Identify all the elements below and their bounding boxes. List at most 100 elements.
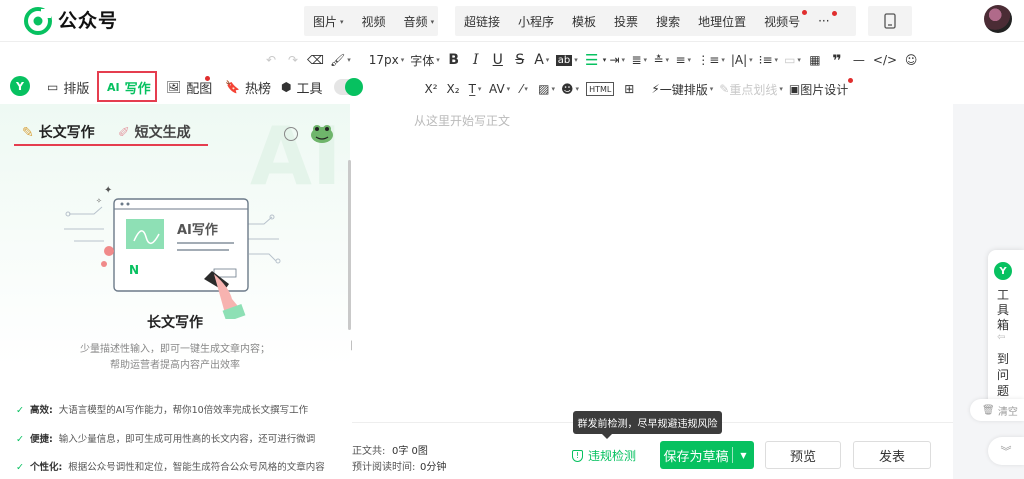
more-insert-button[interactable]: ··· xyxy=(809,11,838,28)
panel-description-2: 帮助运营者提高内容产出效率 xyxy=(110,360,240,371)
bold-button[interactable]: B xyxy=(443,48,465,72)
feature-efficient: ✓ 高效: 大语言模型的AI写作能力，帮你10倍效率完成长文撰写工作 xyxy=(16,405,309,416)
divider-icon[interactable]: — xyxy=(848,48,870,72)
background-color-button[interactable]: ab ▾ xyxy=(553,48,581,72)
code-icon[interactable]: </> xyxy=(870,48,900,72)
image-icon: 🖼 xyxy=(166,80,182,94)
format-toolbar: ↶ ↷ ⌫ 🖌 ▾ 17px ▾ 字体 ▾ B I U S A ▾ ab ▾ ☰ ▾ ⇥ ▾ … xyxy=(260,46,922,74)
tab-image[interactable]: 🖼 配图 xyxy=(166,72,212,102)
insert-image-menu[interactable]: 图片 ▾ xyxy=(304,13,353,30)
publish-button[interactable]: 发表 xyxy=(853,441,931,469)
notify-dot xyxy=(831,11,837,16)
svg-text:✦: ✦ xyxy=(104,185,112,196)
superscript-button[interactable]: X² xyxy=(420,77,442,101)
word-count-value: 0字 0图 xyxy=(392,446,428,457)
collapse-down-button[interactable]: ︾ xyxy=(988,437,1024,465)
font-color-button[interactable]: A ▾ xyxy=(531,48,553,72)
arrow-left-icon: ⇦ xyxy=(997,332,1006,343)
subtab-long-article[interactable]: ✎ 长文写作 xyxy=(22,122,95,142)
notify-dot xyxy=(848,78,854,83)
spacing-icon[interactable]: ≣ ▾ xyxy=(628,48,650,72)
ai-assistant-icon[interactable]: Y xyxy=(10,76,30,96)
notify-dot xyxy=(205,76,210,81)
html-icon[interactable]: HTML xyxy=(586,82,615,96)
clear-button[interactable]: 🗑 清空 xyxy=(970,399,1024,421)
ordered-list-icon[interactable]: ▭ ▾ xyxy=(781,48,804,72)
text-align-icon[interactable]: T̲ ▾ xyxy=(464,77,486,101)
wechat-logo-icon xyxy=(24,7,52,35)
insert-hyperlink-button[interactable]: 超链接 xyxy=(455,13,509,30)
feature-personalized: ✓ 个性化: 根据公众号调性和定位，智能生成符合公众号风格的文章内容 xyxy=(16,462,325,473)
preview-button[interactable]: 预览 xyxy=(765,441,841,469)
insert-template-button[interactable]: 模板 xyxy=(563,13,605,30)
save-draft-button[interactable]: 保存为草稿 ▼ xyxy=(660,441,754,469)
emoji-icon[interactable]: ☺ xyxy=(900,48,922,72)
ai-writing-illustration: ✦ ✧ AI写作 N xyxy=(64,185,281,319)
one-click-layout-button[interactable]: ⚡ 一键排版 ▾ xyxy=(648,77,716,101)
check-icon: ✓ xyxy=(16,462,24,473)
insert-video-button[interactable]: 视频 xyxy=(353,13,395,30)
history-icon[interactable] xyxy=(284,127,298,141)
strikethrough-button[interactable]: S xyxy=(509,48,531,72)
indent-icon[interactable]: ⇥ ▾ xyxy=(606,48,628,72)
shield-icon: ! xyxy=(572,449,583,462)
clear-format-icon[interactable]: ⌫ xyxy=(304,48,327,72)
subtab-active-underline xyxy=(14,144,208,146)
font-size-select[interactable]: 17px ▾ xyxy=(366,48,408,72)
insert-miniprogram-button[interactable]: 小程序 xyxy=(509,13,563,30)
chevron-down-icon[interactable]: ▼ xyxy=(733,451,754,460)
svg-text:N: N xyxy=(129,263,139,277)
check-icon: ✓ xyxy=(16,434,24,445)
sticker-icon[interactable]: ☻ ▾ xyxy=(558,77,582,101)
brand-name: 公众号 xyxy=(58,10,119,32)
tab-layout[interactable]: ▭ 排版 xyxy=(47,72,89,102)
user-avatar[interactable] xyxy=(984,5,1012,33)
mobile-preview-button[interactable] xyxy=(868,6,912,36)
panel-scrollbar[interactable] xyxy=(348,160,351,330)
article-editor[interactable] xyxy=(352,104,953,422)
paragraph-spacing-icon[interactable]: ≛ ▾ xyxy=(650,48,672,72)
insert-channels-button[interactable]: 视频号 xyxy=(755,9,809,30)
insert-audio-menu[interactable]: 音频 ▾ xyxy=(395,13,444,30)
highlight-line-button[interactable]: ✎ 重点划线 ▾ xyxy=(716,77,786,101)
bullet-list-icon[interactable]: ⁝≡ ▾ xyxy=(756,48,781,72)
insert-location-button[interactable]: 地理位置 xyxy=(689,13,755,30)
trash-icon: 🗑 xyxy=(982,404,995,416)
redo-icon[interactable]: ↷ xyxy=(282,48,304,72)
align-justify-icon[interactable]: ☰ xyxy=(581,48,603,72)
notify-dot xyxy=(802,9,808,15)
briefcase-icon[interactable]: ⊞ xyxy=(618,77,640,101)
quote-icon[interactable]: ❞ xyxy=(826,48,848,72)
toolbox-label-char: 问 xyxy=(997,368,1010,382)
tab-hot-list[interactable]: 🔖 热榜 xyxy=(225,72,271,102)
frog-mascot-icon xyxy=(311,125,333,143)
italic-button[interactable]: I xyxy=(465,48,487,72)
char-spacing-icon[interactable]: AV ▾ xyxy=(486,77,513,101)
list-indent-icon[interactable]: ⋮≡ ▾ xyxy=(694,48,728,72)
insert-search-button[interactable]: 搜索 xyxy=(647,13,689,30)
tab-tools[interactable]: ⬢ 工具 xyxy=(281,72,323,102)
subtab-short-article[interactable]: ✐ 短文生成 xyxy=(118,122,191,142)
svg-text:✧: ✧ xyxy=(96,197,102,205)
pencil-icon: ✎ xyxy=(22,125,34,141)
magic-wand-icon[interactable]: ⁄ ▾ xyxy=(513,77,535,101)
insert-vote-button[interactable]: 投票 xyxy=(605,13,647,30)
insert-tools-group: 超链接 小程序 模板 投票 搜索 地理位置 视频号 ··· xyxy=(455,6,856,36)
font-family-select[interactable]: 字体 ▾ xyxy=(407,48,443,72)
undo-icon[interactable]: ↶ xyxy=(260,48,282,72)
image-edit-icon[interactable]: ▨ ▾ xyxy=(535,77,558,101)
table-icon[interactable]: ▦ xyxy=(804,48,826,72)
underline-button[interactable]: U xyxy=(487,48,509,72)
subscript-button[interactable]: X₂ xyxy=(442,77,464,101)
compliance-check-link[interactable]: ! 违规检测 xyxy=(572,447,636,464)
feature-convenient: ✓ 便捷: 输入少量信息，即可生成可用性高的长文内容，还可进行微调 xyxy=(16,434,316,445)
bookmark-icon: 🔖 xyxy=(225,80,240,94)
panel-description-1: 少量描述性输入，即可一键生成文章内容； xyxy=(80,344,270,355)
compliance-tooltip: 群发前检测，尽早规避违规风险 xyxy=(573,411,722,434)
format-painter-icon[interactable]: 🖌 ▾ xyxy=(327,48,354,72)
image-design-button[interactable]: ▣ 图片设计 xyxy=(786,77,854,101)
letter-spacing-icon[interactable]: |A| ▾ xyxy=(728,48,756,72)
line-height-icon[interactable]: ≡ ▾ xyxy=(672,48,694,72)
double-chevron-down-icon: ︾ xyxy=(1000,445,1012,458)
phone-icon xyxy=(884,13,896,29)
